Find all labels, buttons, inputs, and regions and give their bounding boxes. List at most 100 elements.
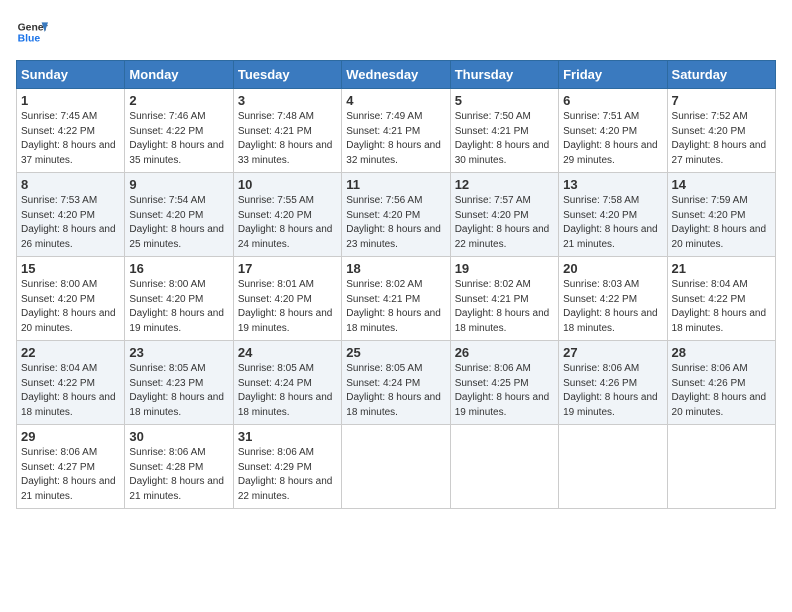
calendar-cell (559, 425, 667, 509)
calendar-cell: 8 Sunrise: 7:53 AM Sunset: 4:20 PM Dayli… (17, 173, 125, 257)
weekday-header-thursday: Thursday (450, 61, 558, 89)
calendar-cell: 22 Sunrise: 8:04 AM Sunset: 4:22 PM Dayl… (17, 341, 125, 425)
day-info: Sunrise: 7:49 AM Sunset: 4:21 PM Dayligh… (346, 110, 445, 168)
calendar-cell: 10 Sunrise: 7:55 AM Sunset: 4:20 PM Dayl… (233, 173, 341, 257)
calendar-cell: 12 Sunrise: 7:57 AM Sunset: 4:20 PM Dayl… (450, 173, 558, 257)
day-number: 8 (21, 177, 120, 192)
calendar-cell: 4 Sunrise: 7:49 AM Sunset: 4:21 PM Dayli… (342, 89, 450, 173)
calendar-cell: 9 Sunrise: 7:54 AM Sunset: 4:20 PM Dayli… (125, 173, 233, 257)
calendar-cell: 13 Sunrise: 7:58 AM Sunset: 4:20 PM Dayl… (559, 173, 667, 257)
day-number: 29 (21, 429, 120, 444)
day-number: 31 (238, 429, 337, 444)
calendar-cell: 27 Sunrise: 8:06 AM Sunset: 4:26 PM Dayl… (559, 341, 667, 425)
day-info: Sunrise: 8:06 AM Sunset: 4:27 PM Dayligh… (21, 446, 120, 504)
svg-text:Blue: Blue (18, 34, 41, 45)
day-number: 10 (238, 177, 337, 192)
day-number: 23 (129, 345, 228, 360)
calendar-cell: 21 Sunrise: 8:04 AM Sunset: 4:22 PM Dayl… (667, 257, 775, 341)
day-info: Sunrise: 8:01 AM Sunset: 4:20 PM Dayligh… (238, 278, 337, 336)
day-number: 4 (346, 93, 445, 108)
day-info: Sunrise: 8:06 AM Sunset: 4:25 PM Dayligh… (455, 362, 554, 420)
day-number: 12 (455, 177, 554, 192)
calendar-cell: 24 Sunrise: 8:05 AM Sunset: 4:24 PM Dayl… (233, 341, 341, 425)
page-header: General Blue (16, 16, 776, 48)
calendar-cell: 15 Sunrise: 8:00 AM Sunset: 4:20 PM Dayl… (17, 257, 125, 341)
day-number: 19 (455, 261, 554, 276)
day-number: 6 (563, 93, 662, 108)
day-number: 27 (563, 345, 662, 360)
weekday-header-wednesday: Wednesday (342, 61, 450, 89)
day-info: Sunrise: 8:05 AM Sunset: 4:24 PM Dayligh… (238, 362, 337, 420)
day-info: Sunrise: 8:05 AM Sunset: 4:23 PM Dayligh… (129, 362, 228, 420)
day-number: 21 (672, 261, 771, 276)
day-number: 20 (563, 261, 662, 276)
calendar-cell: 30 Sunrise: 8:06 AM Sunset: 4:28 PM Dayl… (125, 425, 233, 509)
day-info: Sunrise: 8:04 AM Sunset: 4:22 PM Dayligh… (21, 362, 120, 420)
weekday-header-tuesday: Tuesday (233, 61, 341, 89)
calendar-cell: 25 Sunrise: 8:05 AM Sunset: 4:24 PM Dayl… (342, 341, 450, 425)
day-number: 1 (21, 93, 120, 108)
day-info: Sunrise: 7:48 AM Sunset: 4:21 PM Dayligh… (238, 110, 337, 168)
day-number: 22 (21, 345, 120, 360)
day-info: Sunrise: 8:06 AM Sunset: 4:29 PM Dayligh… (238, 446, 337, 504)
day-number: 15 (21, 261, 120, 276)
day-number: 7 (672, 93, 771, 108)
day-number: 26 (455, 345, 554, 360)
calendar-table: SundayMondayTuesdayWednesdayThursdayFrid… (16, 60, 776, 509)
day-number: 13 (563, 177, 662, 192)
calendar-cell: 17 Sunrise: 8:01 AM Sunset: 4:20 PM Dayl… (233, 257, 341, 341)
day-number: 14 (672, 177, 771, 192)
day-info: Sunrise: 7:51 AM Sunset: 4:20 PM Dayligh… (563, 110, 662, 168)
weekday-header-friday: Friday (559, 61, 667, 89)
day-number: 28 (672, 345, 771, 360)
day-info: Sunrise: 7:59 AM Sunset: 4:20 PM Dayligh… (672, 194, 771, 252)
day-info: Sunrise: 7:45 AM Sunset: 4:22 PM Dayligh… (21, 110, 120, 168)
day-number: 17 (238, 261, 337, 276)
day-number: 3 (238, 93, 337, 108)
day-info: Sunrise: 8:02 AM Sunset: 4:21 PM Dayligh… (455, 278, 554, 336)
calendar-cell (450, 425, 558, 509)
calendar-cell: 18 Sunrise: 8:02 AM Sunset: 4:21 PM Dayl… (342, 257, 450, 341)
day-info: Sunrise: 7:57 AM Sunset: 4:20 PM Dayligh… (455, 194, 554, 252)
weekday-header-sunday: Sunday (17, 61, 125, 89)
calendar-cell: 29 Sunrise: 8:06 AM Sunset: 4:27 PM Dayl… (17, 425, 125, 509)
day-number: 30 (129, 429, 228, 444)
logo: General Blue (16, 16, 48, 48)
day-number: 24 (238, 345, 337, 360)
logo-icon: General Blue (16, 16, 48, 48)
day-info: Sunrise: 8:05 AM Sunset: 4:24 PM Dayligh… (346, 362, 445, 420)
calendar-cell: 16 Sunrise: 8:00 AM Sunset: 4:20 PM Dayl… (125, 257, 233, 341)
day-info: Sunrise: 8:06 AM Sunset: 4:28 PM Dayligh… (129, 446, 228, 504)
day-info: Sunrise: 8:06 AM Sunset: 4:26 PM Dayligh… (563, 362, 662, 420)
day-info: Sunrise: 8:03 AM Sunset: 4:22 PM Dayligh… (563, 278, 662, 336)
day-number: 2 (129, 93, 228, 108)
day-info: Sunrise: 7:56 AM Sunset: 4:20 PM Dayligh… (346, 194, 445, 252)
calendar-cell (342, 425, 450, 509)
day-info: Sunrise: 8:06 AM Sunset: 4:26 PM Dayligh… (672, 362, 771, 420)
day-info: Sunrise: 7:50 AM Sunset: 4:21 PM Dayligh… (455, 110, 554, 168)
calendar-cell: 26 Sunrise: 8:06 AM Sunset: 4:25 PM Dayl… (450, 341, 558, 425)
calendar-cell: 23 Sunrise: 8:05 AM Sunset: 4:23 PM Dayl… (125, 341, 233, 425)
weekday-header-saturday: Saturday (667, 61, 775, 89)
day-info: Sunrise: 8:02 AM Sunset: 4:21 PM Dayligh… (346, 278, 445, 336)
day-info: Sunrise: 8:00 AM Sunset: 4:20 PM Dayligh… (21, 278, 120, 336)
weekday-header-monday: Monday (125, 61, 233, 89)
day-info: Sunrise: 7:53 AM Sunset: 4:20 PM Dayligh… (21, 194, 120, 252)
day-number: 11 (346, 177, 445, 192)
day-number: 5 (455, 93, 554, 108)
calendar-cell (667, 425, 775, 509)
calendar-cell: 28 Sunrise: 8:06 AM Sunset: 4:26 PM Dayl… (667, 341, 775, 425)
day-info: Sunrise: 8:04 AM Sunset: 4:22 PM Dayligh… (672, 278, 771, 336)
day-info: Sunrise: 7:55 AM Sunset: 4:20 PM Dayligh… (238, 194, 337, 252)
day-number: 18 (346, 261, 445, 276)
calendar-cell: 31 Sunrise: 8:06 AM Sunset: 4:29 PM Dayl… (233, 425, 341, 509)
calendar-cell: 2 Sunrise: 7:46 AM Sunset: 4:22 PM Dayli… (125, 89, 233, 173)
day-number: 9 (129, 177, 228, 192)
calendar-cell: 19 Sunrise: 8:02 AM Sunset: 4:21 PM Dayl… (450, 257, 558, 341)
day-info: Sunrise: 7:52 AM Sunset: 4:20 PM Dayligh… (672, 110, 771, 168)
day-info: Sunrise: 7:46 AM Sunset: 4:22 PM Dayligh… (129, 110, 228, 168)
calendar-cell: 7 Sunrise: 7:52 AM Sunset: 4:20 PM Dayli… (667, 89, 775, 173)
day-number: 25 (346, 345, 445, 360)
calendar-cell: 1 Sunrise: 7:45 AM Sunset: 4:22 PM Dayli… (17, 89, 125, 173)
day-info: Sunrise: 7:54 AM Sunset: 4:20 PM Dayligh… (129, 194, 228, 252)
